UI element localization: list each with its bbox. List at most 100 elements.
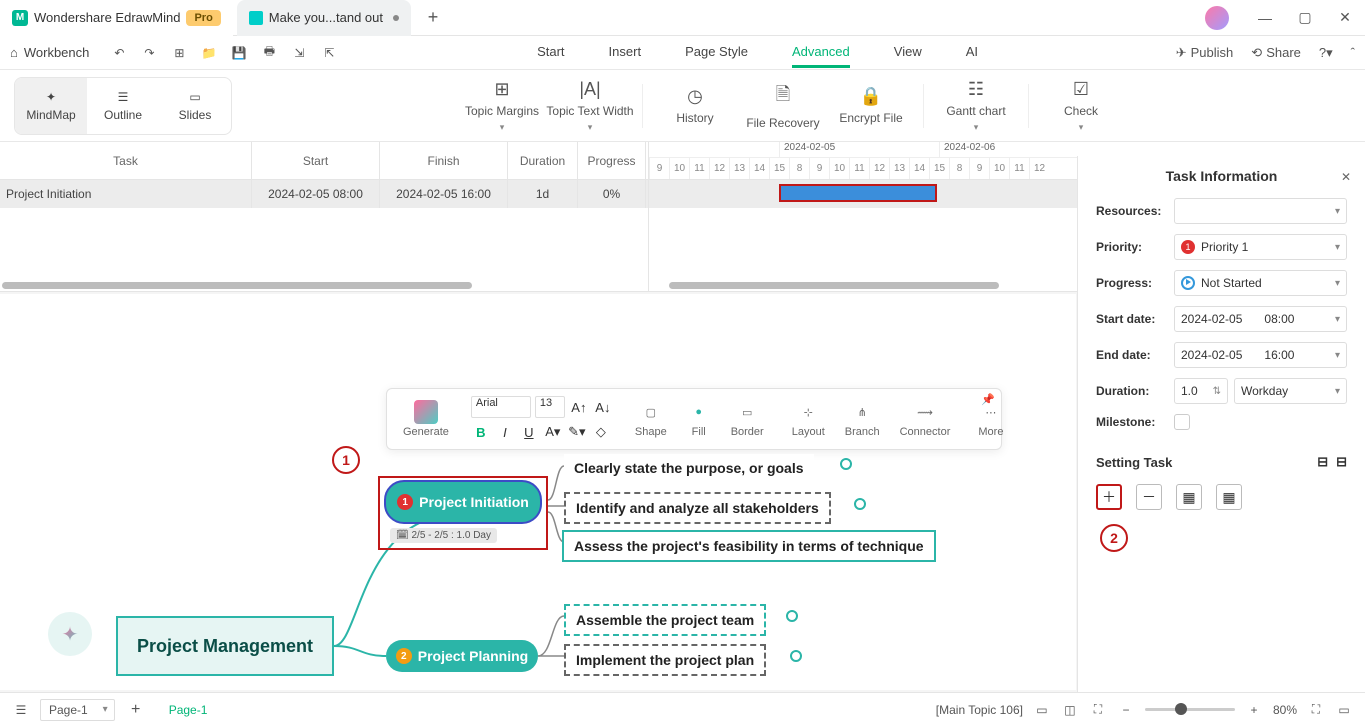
menu-advanced[interactable]: Advanced [792,38,850,68]
add-task-button[interactable]: ＋ [1096,484,1122,510]
highlight-button[interactable]: ✎▾ [567,422,587,442]
menu-ai[interactable]: AI [966,38,978,68]
page-selector[interactable]: Page-1▾ [40,699,115,721]
zoom-slider[interactable] [1145,708,1235,711]
zoom-out-button[interactable]: − [1117,701,1135,719]
menu-start[interactable]: Start [537,38,564,68]
priority-select[interactable]: 1Priority 1▾ [1174,234,1347,260]
workbench-button[interactable]: ⌂ Workbench [10,45,89,60]
progress-value: Not Started [1201,276,1262,290]
publish-button[interactable]: ✈Publish [1176,45,1234,61]
underline-button[interactable]: U [519,422,539,442]
gantt-task-bar[interactable] [779,184,937,202]
subtopic-goals[interactable]: Clearly state the purpose, or goals [564,454,814,482]
menu-page-style[interactable]: Page Style [685,38,748,68]
grid-task-button-1[interactable]: ▦ [1176,484,1202,510]
remove-all-tasks-button[interactable]: ⊟ [1317,454,1328,470]
undo-button[interactable]: ↶ [109,43,129,63]
end-date-select[interactable]: 2024-02-05 16:00▾ [1174,342,1347,368]
minimize-button[interactable]: — [1245,0,1285,36]
remove-task-button-2[interactable]: － [1136,484,1162,510]
file-recovery-button[interactable]: 🗎File Recovery [739,82,827,130]
gantt-right-scrollbar[interactable] [669,282,999,289]
duration-unit-select[interactable]: Workday▾ [1234,378,1347,404]
root-node[interactable]: Project Management [116,616,334,676]
redo-button[interactable]: ↷ [139,43,159,63]
connector-button[interactable]: ⟿Connector [894,400,957,438]
close-button[interactable]: ✕ [1325,0,1365,36]
add-page-button[interactable]: + [125,699,147,721]
share-button[interactable]: ⟲Share [1251,45,1301,61]
save-button[interactable]: 💾 [229,43,249,63]
clear-format-button[interactable]: ◇ [591,422,611,442]
duration-input[interactable]: 1.0⇅ [1174,378,1228,404]
font-size-select[interactable]: 13 [535,396,565,418]
font-color-button[interactable]: A▾ [543,422,563,442]
topic-project-initiation[interactable]: 1 Project Initiation [384,480,542,524]
connector-handle[interactable] [790,650,802,662]
new-button[interactable]: ⊞ [169,43,189,63]
document-tab[interactable]: Make you...tand out [237,0,411,36]
grid-task-button-2[interactable]: ▦ [1216,484,1242,510]
close-panel-button[interactable]: ✕ [1341,170,1351,184]
subtopic-implement[interactable]: Implement the project plan [564,644,766,676]
topic-project-initiation-selected[interactable]: 1 Project Initiation 🗓 2/5 - 2/5 : 1.0 D… [378,476,548,550]
export-button[interactable]: ⇲ [289,43,309,63]
view-slides[interactable]: ▭Slides [159,78,231,134]
fit-to-screen-button[interactable]: ⛶ [1089,701,1107,719]
user-avatar[interactable] [1205,6,1229,30]
layout-button[interactable]: ⊹Layout [786,400,831,438]
app-tab[interactable]: M Wondershare EdrawMind Pro [0,0,233,36]
branch-button[interactable]: ⋔Branch [839,400,886,438]
collapse-ribbon-button[interactable]: ˆ [1351,45,1355,60]
fullscreen-button[interactable]: ⛶ [1307,701,1325,719]
topic-text-width-button[interactable]: |A|Topic Text Width▾ [546,79,634,133]
italic-button[interactable]: I [495,422,515,442]
gantt-left-scrollbar[interactable] [2,282,472,289]
subtopic-team[interactable]: Assemble the project team [564,604,766,636]
print-button[interactable]: 🖶 [259,43,279,63]
subtopic-feasibility[interactable]: Assess the project's feasibility in term… [562,530,936,562]
page-tab[interactable]: Page-1 [157,703,220,717]
progress-select[interactable]: Not Started▾ [1174,270,1347,296]
fill-button[interactable]: ●Fill [681,400,717,438]
outline-toggle-button[interactable]: ☰ [12,701,30,719]
maximize-button[interactable]: ▢ [1285,0,1325,36]
menu-insert[interactable]: Insert [609,38,642,68]
zoom-in-button[interactable]: + [1245,701,1263,719]
open-button[interactable]: 📁 [199,43,219,63]
help-button[interactable]: ?▾ [1319,45,1333,61]
connector-handle[interactable] [854,498,866,510]
check-button[interactable]: ☑Check▾ [1037,79,1125,133]
connector-handle[interactable] [786,610,798,622]
border-button[interactable]: ▭Border [725,400,770,438]
view-mindmap[interactable]: ✦MindMap [15,78,87,134]
gantt-chart-button[interactable]: ☷Gantt chart▾ [932,79,1020,133]
bold-button[interactable]: B [471,422,491,442]
shape-button[interactable]: ▢Shape [629,400,673,438]
pin-toolbar-button[interactable]: 📌 [981,393,995,406]
view-mode-2-button[interactable]: ◫ [1061,701,1079,719]
topic-margins-button[interactable]: ⊞Topic Margins▾ [458,79,546,133]
topic-project-planning[interactable]: 2 Project Planning [386,640,538,672]
encrypt-file-button[interactable]: 🔒Encrypt File [827,86,915,125]
gantt-row[interactable]: Project Initiation 2024-02-05 08:00 2024… [0,180,648,208]
history-button[interactable]: ◷History [651,86,739,125]
font-select[interactable]: Arial [471,396,531,418]
remove-task-button[interactable]: ⊟ [1336,454,1347,470]
decrease-font-button[interactable]: A↓ [593,397,613,417]
resources-select[interactable]: ▾ [1174,198,1347,224]
view-outline[interactable]: ☰Outline [87,78,159,134]
connector-handle[interactable] [840,458,852,470]
presentation-button[interactable]: ▭ [1335,701,1353,719]
view-mode-1-button[interactable]: ▭ [1033,701,1051,719]
milestone-checkbox[interactable] [1174,414,1190,430]
start-date-select[interactable]: 2024-02-05 08:00▾ [1174,306,1347,332]
import-button[interactable]: ⇱ [319,43,339,63]
subtopic-stakeholders[interactable]: Identify and analyze all stakeholders [564,492,831,524]
add-tab-button[interactable]: + [419,4,447,32]
menu-view[interactable]: View [894,38,922,68]
increase-font-button[interactable]: A↑ [569,397,589,417]
ai-heart-icon[interactable]: ✦ [48,612,92,656]
generate-button[interactable]: Generate [397,400,455,438]
